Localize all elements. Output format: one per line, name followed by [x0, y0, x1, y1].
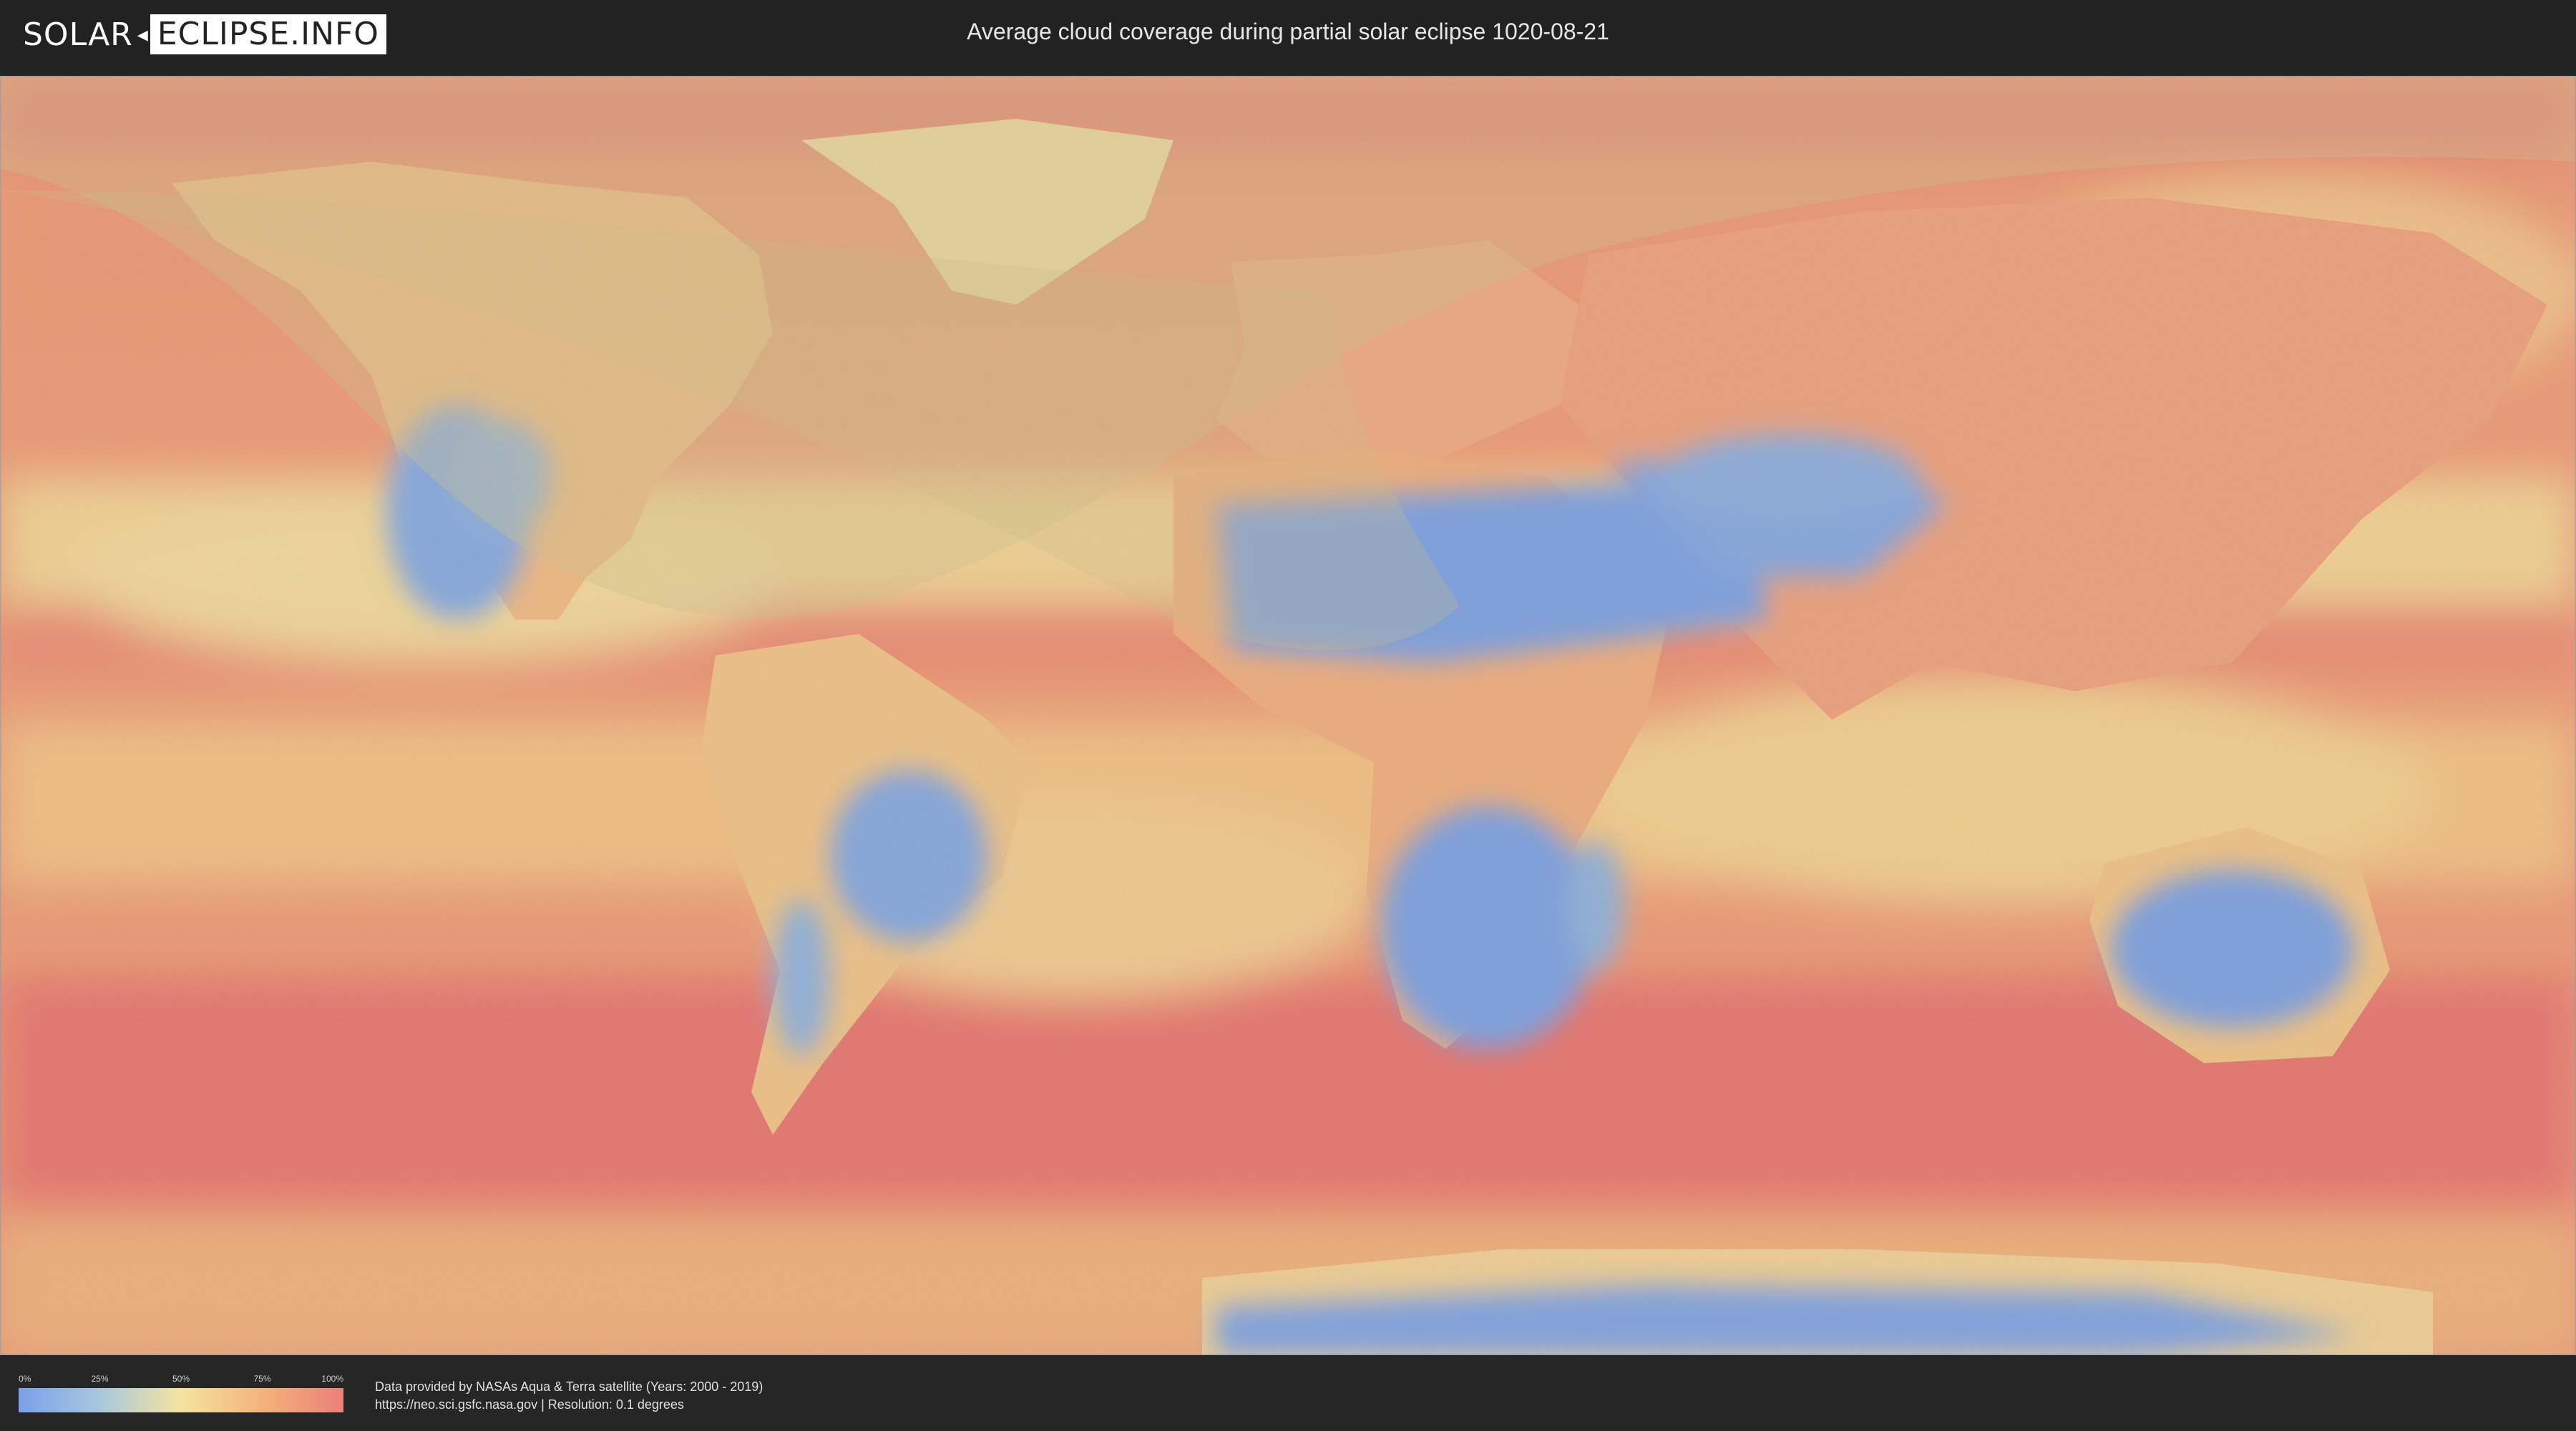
legend-tick-25: 25%	[91, 1374, 109, 1384]
cloud-coverage-legend: 0% 25% 50% 75% 100%	[19, 1374, 343, 1412]
footer-bar: 0% 25% 50% 75% 100% Data provided by NAS…	[0, 1355, 2576, 1431]
noise-texture	[0, 76, 2576, 1355]
cloud-coverage-map[interactable]	[0, 76, 2576, 1355]
credits-line-url: https://neo.sci.gsfc.nasa.gov | Resoluti…	[375, 1397, 684, 1412]
world-map-svg	[0, 76, 2576, 1355]
header-bar: SOLAR ◂ ECLIPSE.INFO Average cloud cover…	[0, 0, 2576, 72]
legend-tick-0: 0%	[19, 1374, 31, 1384]
legend-color-bar	[19, 1388, 343, 1412]
legend-ticks: 0% 25% 50% 75% 100%	[19, 1374, 343, 1385]
page-title: Average cloud coverage during partial so…	[967, 19, 1609, 44]
legend-tick-75: 75%	[253, 1374, 271, 1384]
data-credits: Data provided by NASAs Aqua & Terra sate…	[375, 1378, 763, 1414]
credits-line-source: Data provided by NASAs Aqua & Terra sate…	[375, 1379, 763, 1394]
legend-tick-100: 100%	[321, 1374, 343, 1384]
legend-tick-50: 50%	[172, 1374, 190, 1384]
